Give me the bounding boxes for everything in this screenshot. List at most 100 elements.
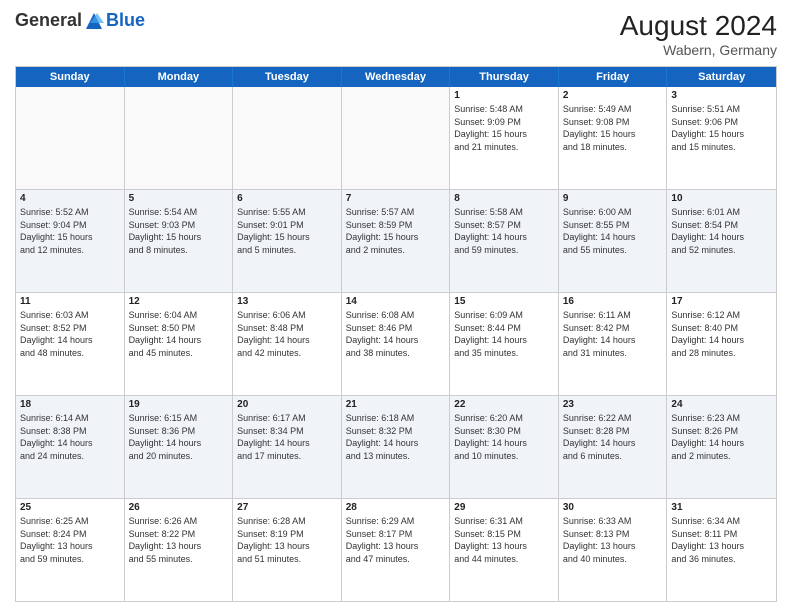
calendar-cell: 29Sunrise: 6:31 AM Sunset: 8:15 PM Dayli…: [450, 499, 559, 601]
day-number: 6: [237, 193, 337, 204]
day-info: Sunrise: 6:15 AM Sunset: 8:36 PM Dayligh…: [129, 412, 229, 462]
day-number: 17: [671, 296, 772, 307]
calendar-cell: 23 Sunrise: 6:22 AM Sunset: 8:28 PM Dayli…: [559, 396, 668, 498]
day-info: Sunrise: 6:12 AM Sunset: 8:40 PM Dayligh…: [671, 309, 772, 359]
day-number: 9: [563, 193, 663, 204]
weekday-header-sunday: Sunday: [16, 67, 125, 87]
day-info: Sunrise: 5:48 AM Sunset: 9:09 PM Dayligh…: [454, 103, 554, 153]
calendar-cell: 7 Sunrise: 5:57 AM Sunset: 8:59 PM Daylig…: [342, 190, 451, 292]
day-info: Sunrise: 5:51 AM Sunset: 9:06 PM Dayligh…: [671, 103, 772, 153]
calendar-cell: 2 Sunrise: 5:49 AM Sunset: 9:08 PM Daylig…: [559, 87, 668, 189]
calendar-body: 1 Sunrise: 5:48 AM Sunset: 9:09 PM Daylig…: [16, 87, 776, 601]
calendar-row-4: 25 Sunrise: 6:25 AM Sunset: 8:24 PM Dayli…: [16, 498, 776, 601]
calendar-cell: 9 Sunrise: 6:00 AM Sunset: 8:55 PM Daylig…: [559, 190, 668, 292]
calendar-cell: [342, 87, 451, 189]
day-info: Sunrise: 6:25 AM Sunset: 8:24 PM Dayligh…: [20, 515, 120, 565]
day-info: Sunrise: 6:08 AM Sunset: 8:46 PM Dayligh…: [346, 309, 446, 359]
day-number: 2: [563, 90, 663, 101]
logo-blue: Blue: [106, 10, 145, 31]
day-number: 19: [129, 399, 229, 410]
day-info: Sunrise: 6:04 AM Sunset: 8:50 PM Dayligh…: [129, 309, 229, 359]
day-number: 25: [20, 502, 120, 513]
day-info: Sunrise: 6:31 AM Sunset: 8:15 PM Dayligh…: [454, 515, 554, 565]
day-number: 31: [671, 502, 772, 513]
logo-icon: [84, 11, 104, 31]
weekday-header-tuesday: Tuesday: [233, 67, 342, 87]
header: General Blue August 2024 Wabern, Germany: [15, 10, 777, 58]
logo-text: General Blue: [15, 10, 145, 31]
day-info: Sunrise: 6:09 AM Sunset: 8:44 PM Dayligh…: [454, 309, 554, 359]
day-info: Sunrise: 6:33 AM Sunset: 8:13 PM Dayligh…: [563, 515, 663, 565]
day-number: 1: [454, 90, 554, 101]
calendar-row-2: 11Sunrise: 6:03 AM Sunset: 8:52 PM Dayli…: [16, 292, 776, 395]
calendar-row-3: 18 Sunrise: 6:14 AM Sunset: 8:38 PM Dayli…: [16, 395, 776, 498]
calendar-cell: 27 Sunrise: 6:28 AM Sunset: 8:19 PM Dayli…: [233, 499, 342, 601]
day-info: Sunrise: 6:28 AM Sunset: 8:19 PM Dayligh…: [237, 515, 337, 565]
day-number: 4: [20, 193, 120, 204]
day-info: Sunrise: 6:01 AM Sunset: 8:54 PM Dayligh…: [671, 206, 772, 256]
location: Wabern, Germany: [620, 42, 777, 58]
day-number: 28: [346, 502, 446, 513]
day-number: 11: [20, 296, 120, 307]
day-info: Sunrise: 5:55 AM Sunset: 9:01 PM Dayligh…: [237, 206, 337, 256]
day-info: Sunrise: 6:26 AM Sunset: 8:22 PM Dayligh…: [129, 515, 229, 565]
calendar-cell: 13 Sunrise: 6:06 AM Sunset: 8:48 PM Dayli…: [233, 293, 342, 395]
day-info: Sunrise: 6:06 AM Sunset: 8:48 PM Dayligh…: [237, 309, 337, 359]
calendar: SundayMondayTuesdayWednesdayThursdayFrid…: [15, 66, 777, 602]
day-number: 13: [237, 296, 337, 307]
calendar-row-1: 4 Sunrise: 5:52 AM Sunset: 9:04 PM Daylig…: [16, 189, 776, 292]
day-number: 14: [346, 296, 446, 307]
day-number: 7: [346, 193, 446, 204]
day-info: Sunrise: 6:11 AM Sunset: 8:42 PM Dayligh…: [563, 309, 663, 359]
logo: General Blue: [15, 10, 145, 31]
calendar-cell: [233, 87, 342, 189]
calendar-cell: 18 Sunrise: 6:14 AM Sunset: 8:38 PM Dayli…: [16, 396, 125, 498]
day-number: 12: [129, 296, 229, 307]
calendar-cell: 22 Sunrise: 6:20 AM Sunset: 8:30 PM Dayli…: [450, 396, 559, 498]
day-number: 18: [20, 399, 120, 410]
calendar-cell: 25 Sunrise: 6:25 AM Sunset: 8:24 PM Dayli…: [16, 499, 125, 601]
weekday-header-thursday: Thursday: [450, 67, 559, 87]
weekday-header-monday: Monday: [125, 67, 234, 87]
calendar-cell: [16, 87, 125, 189]
calendar-header: SundayMondayTuesdayWednesdayThursdayFrid…: [16, 67, 776, 87]
day-info: Sunrise: 5:57 AM Sunset: 8:59 PM Dayligh…: [346, 206, 446, 256]
calendar-cell: 12 Sunrise: 6:04 AM Sunset: 8:50 PM Dayli…: [125, 293, 234, 395]
calendar-cell: 24Sunrise: 6:23 AM Sunset: 8:26 PM Dayli…: [667, 396, 776, 498]
day-info: Sunrise: 6:29 AM Sunset: 8:17 PM Dayligh…: [346, 515, 446, 565]
day-info: Sunrise: 6:20 AM Sunset: 8:30 PM Dayligh…: [454, 412, 554, 462]
calendar-row-0: 1 Sunrise: 5:48 AM Sunset: 9:09 PM Daylig…: [16, 87, 776, 189]
day-info: Sunrise: 6:22 AM Sunset: 8:28 PM Dayligh…: [563, 412, 663, 462]
day-info: Sunrise: 5:52 AM Sunset: 9:04 PM Dayligh…: [20, 206, 120, 256]
calendar-cell: 15 Sunrise: 6:09 AM Sunset: 8:44 PM Dayli…: [450, 293, 559, 395]
day-number: 10: [671, 193, 772, 204]
day-number: 8: [454, 193, 554, 204]
calendar-cell: 28 Sunrise: 6:29 AM Sunset: 8:17 PM Dayli…: [342, 499, 451, 601]
day-number: 23: [563, 399, 663, 410]
day-info: Sunrise: 6:00 AM Sunset: 8:55 PM Dayligh…: [563, 206, 663, 256]
calendar-cell: 17 Sunrise: 6:12 AM Sunset: 8:40 PM Dayli…: [667, 293, 776, 395]
day-info: Sunrise: 6:17 AM Sunset: 8:34 PM Dayligh…: [237, 412, 337, 462]
day-number: 20: [237, 399, 337, 410]
day-number: 24: [671, 399, 772, 410]
calendar-cell: 4 Sunrise: 5:52 AM Sunset: 9:04 PM Daylig…: [16, 190, 125, 292]
day-number: 27: [237, 502, 337, 513]
calendar-cell: 5Sunrise: 5:54 AM Sunset: 9:03 PM Daylig…: [125, 190, 234, 292]
calendar-cell: 20 Sunrise: 6:17 AM Sunset: 8:34 PM Dayli…: [233, 396, 342, 498]
day-number: 21: [346, 399, 446, 410]
day-number: 30: [563, 502, 663, 513]
calendar-cell: 19 Sunrise: 6:15 AM Sunset: 8:36 PM Dayli…: [125, 396, 234, 498]
weekday-header-wednesday: Wednesday: [342, 67, 451, 87]
day-number: 3: [671, 90, 772, 101]
day-number: 15: [454, 296, 554, 307]
day-info: Sunrise: 5:58 AM Sunset: 8:57 PM Dayligh…: [454, 206, 554, 256]
calendar-cell: 31Sunrise: 6:34 AM Sunset: 8:11 PM Dayli…: [667, 499, 776, 601]
calendar-cell: 14 Sunrise: 6:08 AM Sunset: 8:46 PM Dayli…: [342, 293, 451, 395]
calendar-cell: 21Sunrise: 6:18 AM Sunset: 8:32 PM Dayli…: [342, 396, 451, 498]
day-number: 22: [454, 399, 554, 410]
day-info: Sunrise: 6:14 AM Sunset: 8:38 PM Dayligh…: [20, 412, 120, 462]
calendar-cell: 30 Sunrise: 6:33 AM Sunset: 8:13 PM Dayli…: [559, 499, 668, 601]
day-info: Sunrise: 5:49 AM Sunset: 9:08 PM Dayligh…: [563, 103, 663, 153]
day-number: 16: [563, 296, 663, 307]
calendar-cell: 26Sunrise: 6:26 AM Sunset: 8:22 PM Dayli…: [125, 499, 234, 601]
